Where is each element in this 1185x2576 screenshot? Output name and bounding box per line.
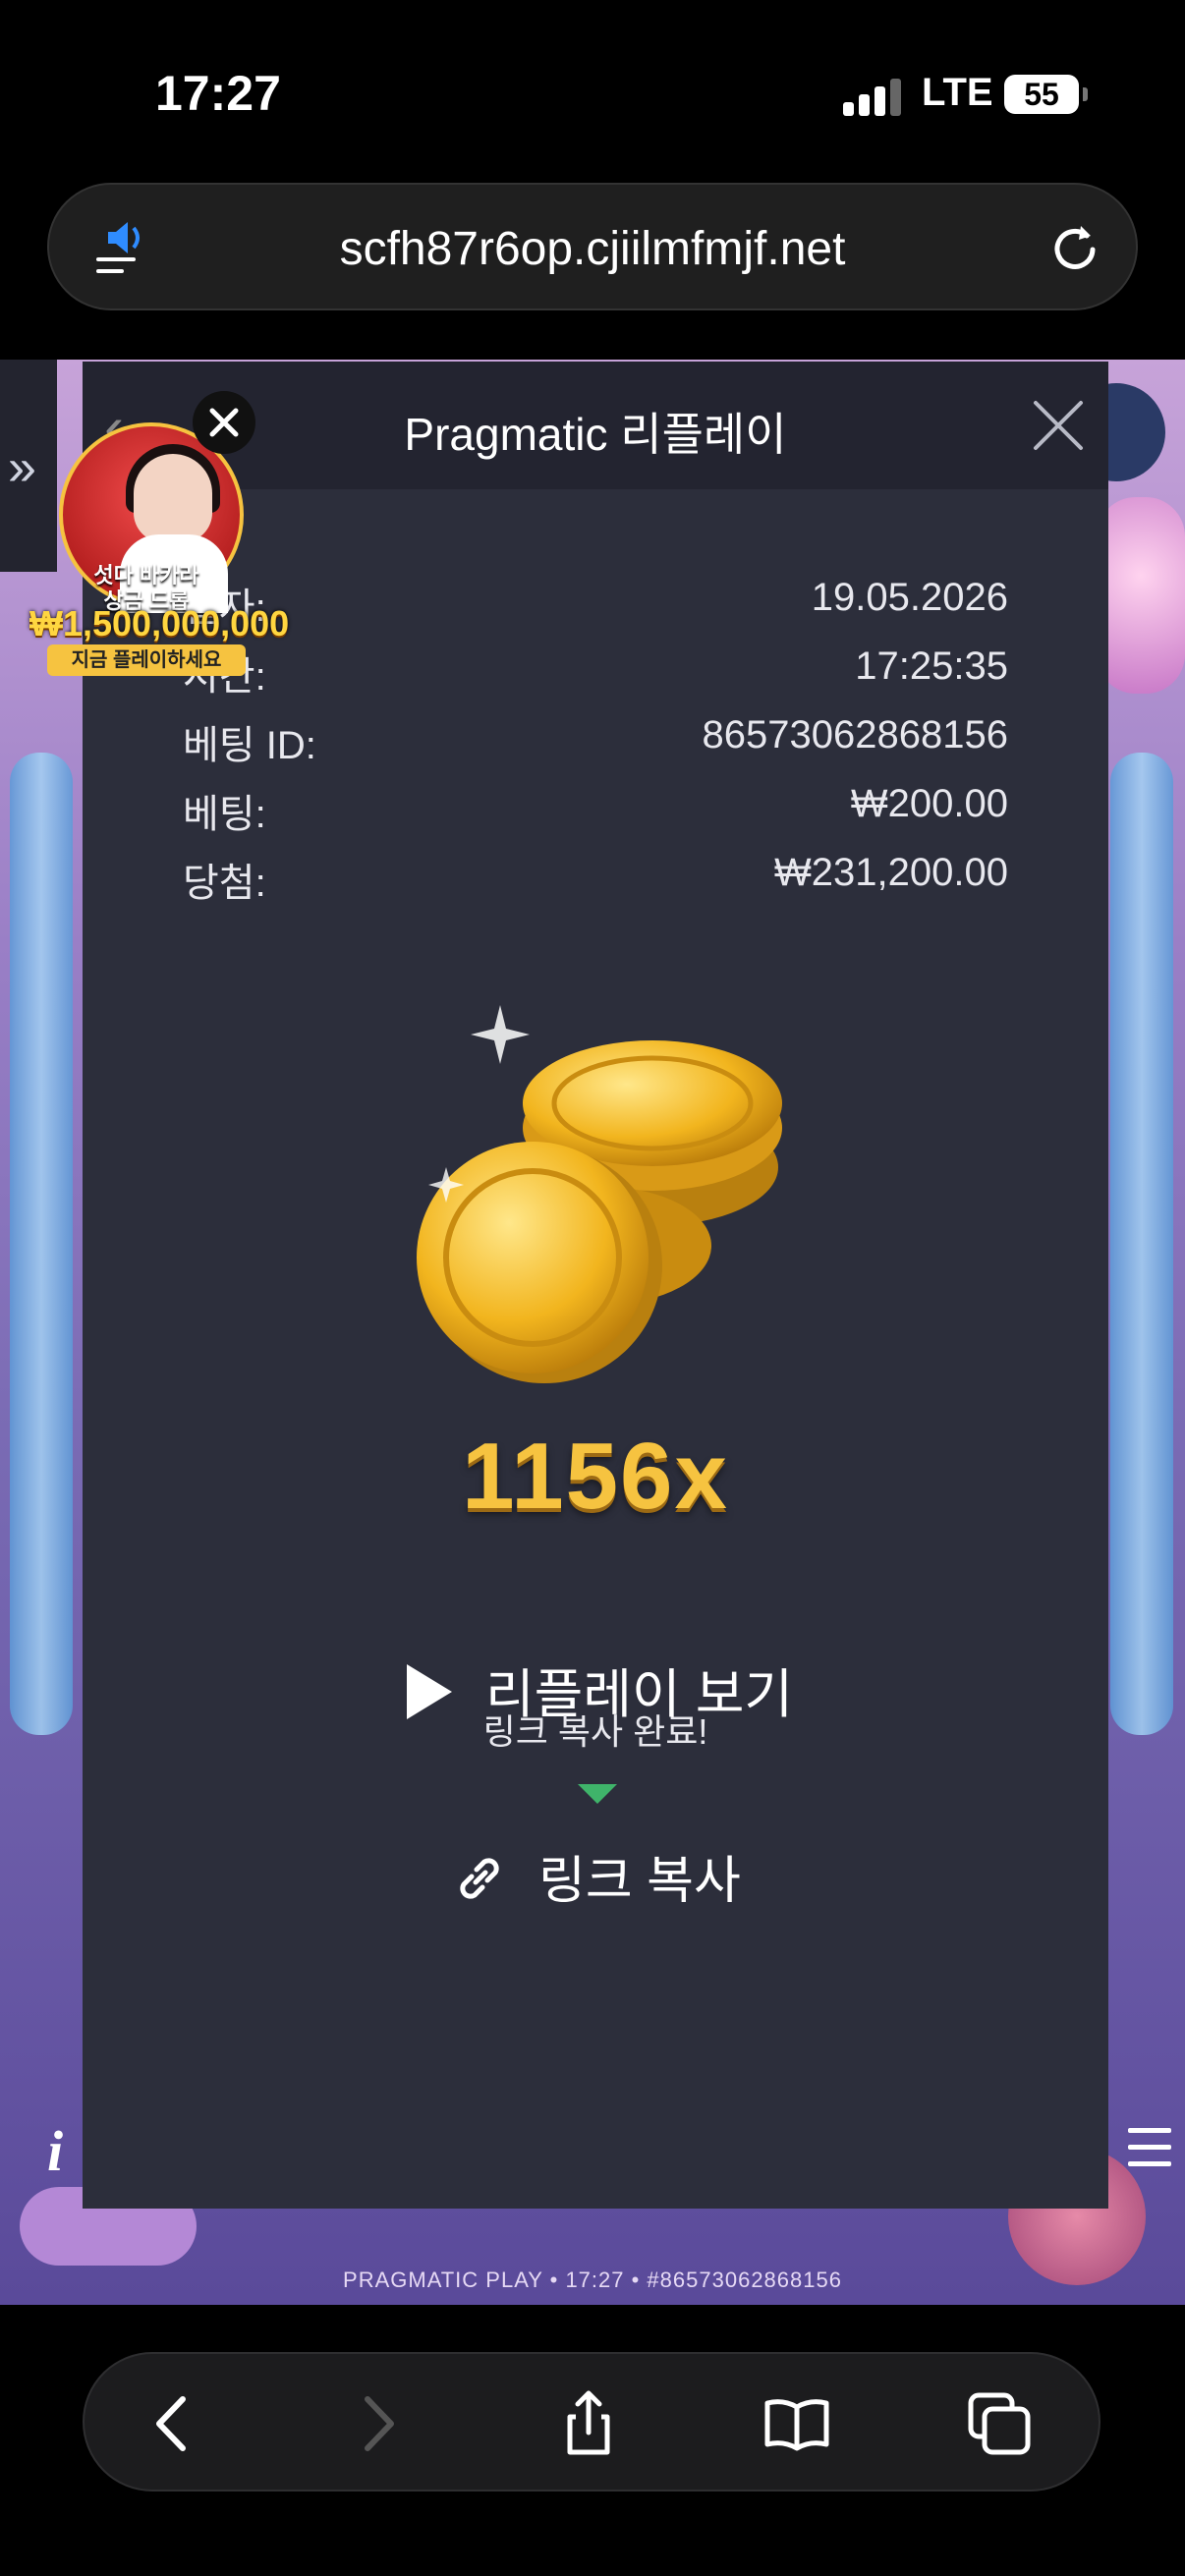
copy-link-label: 링크 복사 bbox=[538, 1853, 741, 1910]
info-row-win: 당첨: ₩231,200.00 bbox=[183, 851, 1008, 910]
status-time: 17:27 bbox=[155, 66, 281, 121]
info-value: ₩231,200.00 bbox=[774, 851, 1008, 894]
back-icon[interactable] bbox=[140, 2389, 208, 2458]
info-row-time: 시간: 17:25:35 bbox=[183, 644, 1008, 703]
network-type: LTE bbox=[922, 71, 993, 114]
screen: 17:27 LTE 55 scfh87r6op.cjiilmfmjf.net » bbox=[0, 0, 1185, 2576]
pillar-left bbox=[10, 753, 73, 1735]
battery-indicator: 55 bbox=[1004, 75, 1088, 114]
info-value: 86573062868156 bbox=[702, 713, 1008, 756]
info-value: 19.05.2026 bbox=[811, 576, 1008, 619]
promo-amount: ₩1,500,000,000 bbox=[29, 603, 290, 644]
double-chevron-icon: » bbox=[8, 439, 36, 496]
info-row-bet-id: 베팅 ID: 86573062868156 bbox=[183, 713, 1008, 772]
menu-icon[interactable] bbox=[1128, 2128, 1171, 2178]
share-icon[interactable] bbox=[554, 2389, 623, 2458]
link-copied-notice: 링크 복사 완료! bbox=[482, 1711, 708, 1752]
promo-close-button[interactable] bbox=[193, 391, 255, 454]
info-label: 베팅: bbox=[183, 793, 266, 836]
info-value: ₩200.00 bbox=[850, 782, 1008, 825]
bookmarks-icon[interactable] bbox=[762, 2389, 831, 2458]
info-value: 17:25:35 bbox=[855, 644, 1008, 688]
dealer-face bbox=[134, 454, 212, 542]
url-text[interactable]: scfh87r6op.cjiilmfmjf.net bbox=[49, 222, 1136, 276]
win-multiplier: 1156x bbox=[462, 1424, 729, 1529]
info-label: 당첨: bbox=[183, 862, 266, 905]
reload-icon[interactable] bbox=[1042, 214, 1110, 283]
tooltip-arrow bbox=[578, 1784, 617, 1804]
close-icon[interactable] bbox=[1030, 397, 1087, 454]
info-row-bet: 베팅: ₩200.00 bbox=[183, 782, 1008, 841]
browser-toolbar bbox=[83, 2352, 1100, 2492]
close-icon bbox=[209, 408, 239, 437]
info-row-date: 일자: 19.05.2026 bbox=[183, 576, 1008, 635]
promo-cta[interactable]: 지금 플레이하세요 bbox=[47, 644, 246, 676]
game-footer-caption: PRAGMATIC PLAY • 17:27 • #86573062868156 bbox=[343, 2268, 842, 2292]
info-icon[interactable]: i bbox=[47, 2118, 63, 2184]
link-icon bbox=[460, 1858, 499, 1899]
signal-icon bbox=[843, 77, 902, 116]
forward-icon[interactable] bbox=[342, 2389, 411, 2458]
pillar-right bbox=[1110, 753, 1173, 1735]
info-label: 베팅 ID: bbox=[183, 724, 316, 767]
candy-decoration bbox=[1097, 497, 1185, 694]
gold-coins-icon bbox=[417, 1005, 782, 1383]
tabs-icon[interactable] bbox=[965, 2389, 1034, 2458]
address-bar[interactable]: scfh87r6op.cjiilmfmjf.net bbox=[47, 183, 1138, 310]
